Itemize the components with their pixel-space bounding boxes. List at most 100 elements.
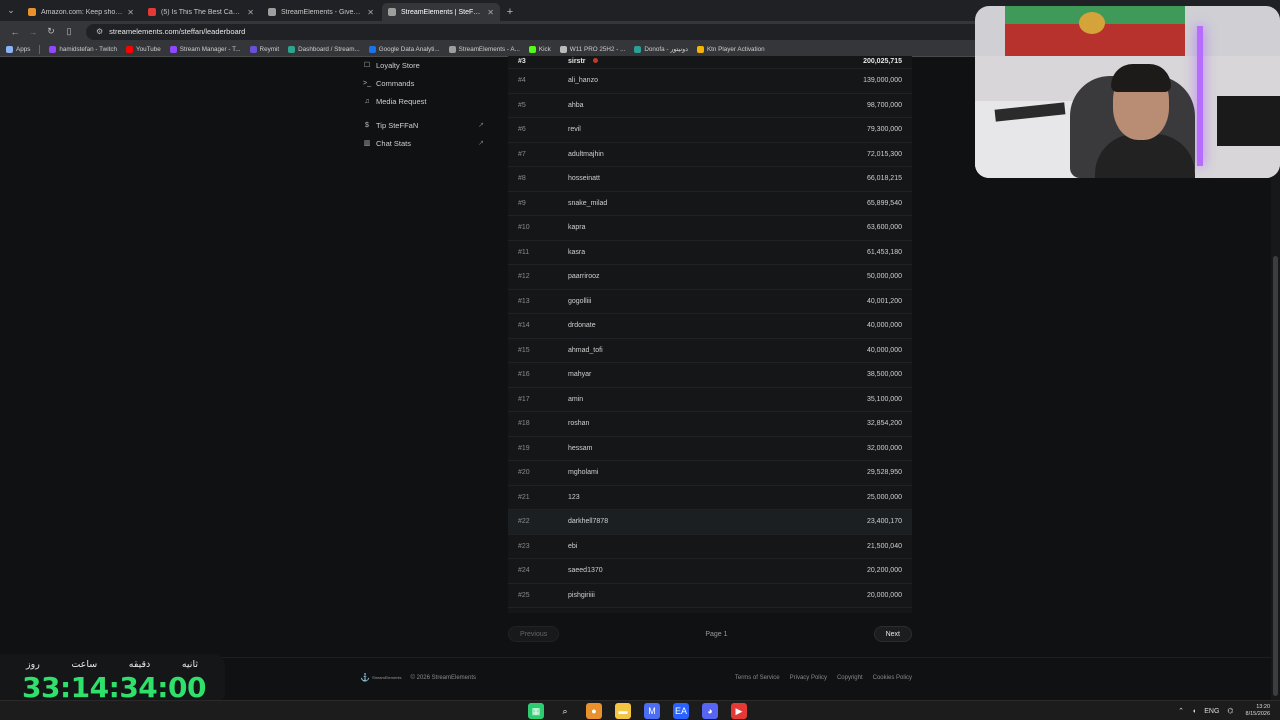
row-rank: #13	[518, 297, 530, 305]
row-username-text: mahyar	[568, 371, 592, 379]
row-username-text: gogolliii	[568, 297, 592, 305]
footer-link[interactable]: Copyright	[837, 675, 863, 681]
sidebar-item[interactable]: >_ Commands	[362, 74, 488, 92]
bookmark-favicon-icon	[49, 45, 57, 53]
leaderboard-row: #5 ahba 98,700,000	[508, 94, 912, 118]
bookmark-item[interactable]: Apps	[6, 45, 30, 53]
row-rank: #21	[518, 493, 530, 501]
tab-close-icon[interactable]: ✕	[247, 8, 254, 17]
row-rank: #9	[518, 199, 526, 207]
footer-link[interactable]: Cookies Policy	[873, 675, 912, 681]
bookmark-item[interactable]: Ktn Player Activation	[696, 45, 765, 53]
leaderboard-row: #16 mahyar 38,500,000	[508, 363, 912, 388]
reload-icon[interactable]: ↻	[42, 26, 60, 37]
back-icon[interactable]: ←	[6, 27, 24, 37]
leaderboard-row: #7 adultmajhin 72,015,300	[508, 143, 912, 167]
clock[interactable]: 13:20 8/15/2026	[1246, 704, 1270, 718]
row-points: 32,854,200	[866, 420, 902, 428]
ea-icon[interactable]: EA	[673, 703, 689, 719]
files-icon[interactable]: ▬	[615, 703, 631, 719]
bookmark-item[interactable]: Google Data Analyti...	[368, 45, 440, 53]
previous-button[interactable]: Previous	[508, 626, 560, 642]
tab-close-icon[interactable]: ✕	[127, 8, 134, 17]
bookmark-item[interactable]: Kick	[528, 45, 551, 53]
pagination: Previous Page 1 Next	[508, 626, 912, 642]
leaderboard-row: #8 hosseinatt 66,018,215	[508, 167, 912, 192]
volume-icon[interactable]: ◖	[1192, 708, 1196, 715]
bookmark-favicon-icon	[288, 45, 296, 53]
sidebar-item[interactable]: $ Tip SteFFaN ↗	[362, 116, 488, 134]
row-points: 63,600,000	[866, 224, 902, 232]
bookmark-item[interactable]: W11 PRO 25H2 - ...	[559, 45, 625, 53]
row-rank: #15	[518, 346, 530, 354]
tab-search-icon[interactable]: ⌄	[0, 0, 22, 21]
tab-close-icon[interactable]: ✕	[487, 8, 494, 17]
sidebar-item-icon: ♫	[364, 97, 370, 105]
browser-tab[interactable]: (5) Is This The Best Capture Ca ✕	[142, 3, 260, 21]
mkd-icon[interactable]: M	[644, 703, 660, 719]
row-username-text: 123	[568, 493, 580, 501]
start-icon[interactable]: ▦	[528, 703, 544, 719]
row-rank: #17	[518, 395, 530, 403]
footer-logo-text: StreamElements	[371, 675, 402, 680]
discord-icon[interactable]: ◕	[702, 703, 718, 719]
search-icon[interactable]: ⌕	[557, 703, 573, 719]
forward-icon[interactable]: →	[24, 27, 42, 37]
row-rank: #22	[518, 518, 530, 526]
browser-tab[interactable]: Amazon.com: Keep shopping f✕	[22, 3, 140, 21]
row-username: roshan	[568, 420, 867, 427]
browser-tab[interactable]: StreamElements | SteFFaN ✕	[382, 3, 500, 21]
row-username: 123	[568, 494, 867, 501]
bookmark-item[interactable]: YouTube	[126, 45, 161, 53]
row-username: ahmad_tofi	[568, 347, 867, 354]
leaderboard-row: #24 saeed1370 20,200,000	[508, 559, 912, 584]
tray-chevron-icon[interactable]: ⌃	[1178, 707, 1184, 715]
row-username: hessam	[568, 445, 867, 452]
bookmark-item[interactable]: StreamElements - A...	[448, 45, 520, 53]
row-username-text: saeed1370	[568, 567, 603, 575]
row-username-text: hessam	[568, 444, 593, 452]
sidebar-item[interactable]: ☐ Loyalty Store	[362, 56, 488, 74]
next-button[interactable]: Next	[873, 626, 912, 642]
sidebar-item[interactable]: ♫ Media Request	[362, 92, 488, 110]
sidebar-item[interactable]: ▥ Chat Stats ↗	[362, 134, 488, 152]
network-icon[interactable]: ⌬	[1227, 707, 1233, 715]
scrollbar-thumb[interactable]	[1273, 256, 1278, 696]
row-username: mahyar	[568, 371, 867, 378]
chrome-icon[interactable]: ●	[586, 703, 602, 719]
browser-tab[interactable]: StreamElements - Giveaways ✕	[262, 3, 380, 21]
new-tab-button[interactable]: +	[502, 3, 518, 21]
row-username: ahba	[568, 102, 867, 109]
footer-link[interactable]: Terms of Service	[735, 675, 780, 681]
bookmark-item[interactable]: Dashboard / Stream...	[288, 45, 360, 53]
sidebar-item-label: Tip SteFFaN	[376, 120, 419, 130]
tab-close-icon[interactable]: ✕	[367, 8, 374, 17]
row-username: saeed1370	[568, 567, 867, 574]
lang-indicator[interactable]: ENG	[1204, 708, 1219, 715]
leaderboard-row: #11 kasra 61,453,180	[508, 241, 912, 265]
bookmark-item[interactable]: Reymit	[249, 45, 279, 53]
url-bar[interactable]: ⚙ streamelements.com/steffan/leaderboard	[86, 23, 986, 40]
bookmark-label: Donofa - دونیتور	[644, 45, 688, 53]
leaderboard-row: #9 snake_milad 65,899,540	[508, 192, 912, 216]
row-rank: #19	[518, 444, 530, 452]
bookmark-favicon-icon	[696, 45, 704, 53]
row-points: 40,001,200	[866, 297, 902, 305]
bookmark-item[interactable]: hamidstefan - Twitch	[49, 45, 117, 53]
media-icon[interactable]: ▶	[731, 703, 747, 719]
footer-link[interactable]: Privacy Policy	[790, 675, 827, 681]
row-username: gogolliii	[568, 298, 867, 305]
bookmark-item[interactable]: Stream Manager - T...	[169, 45, 241, 53]
row-points: 29,528,950	[866, 469, 902, 477]
clock-time: 13:20	[1256, 704, 1270, 710]
sidebar-toggle-icon[interactable]: ▯	[60, 26, 78, 37]
clock-date: 8/15/2026	[1245, 711, 1270, 717]
row-rank: #16	[518, 371, 530, 379]
bookmark-item[interactable]: Donofa - دونیتور	[634, 45, 688, 53]
leaderboard-row: #17 amin 35,100,000	[508, 388, 912, 412]
webcam-neon-light	[1197, 26, 1203, 166]
leaderboard-row: #23 ebi 21,500,040	[508, 535, 912, 559]
sidebar-item-label: Commands	[376, 78, 415, 88]
site-info-icon[interactable]: ⚙	[96, 27, 103, 36]
system-tray: ⌃ ◖ ENG ⌬ 13:20 8/15/2026	[1178, 704, 1270, 718]
